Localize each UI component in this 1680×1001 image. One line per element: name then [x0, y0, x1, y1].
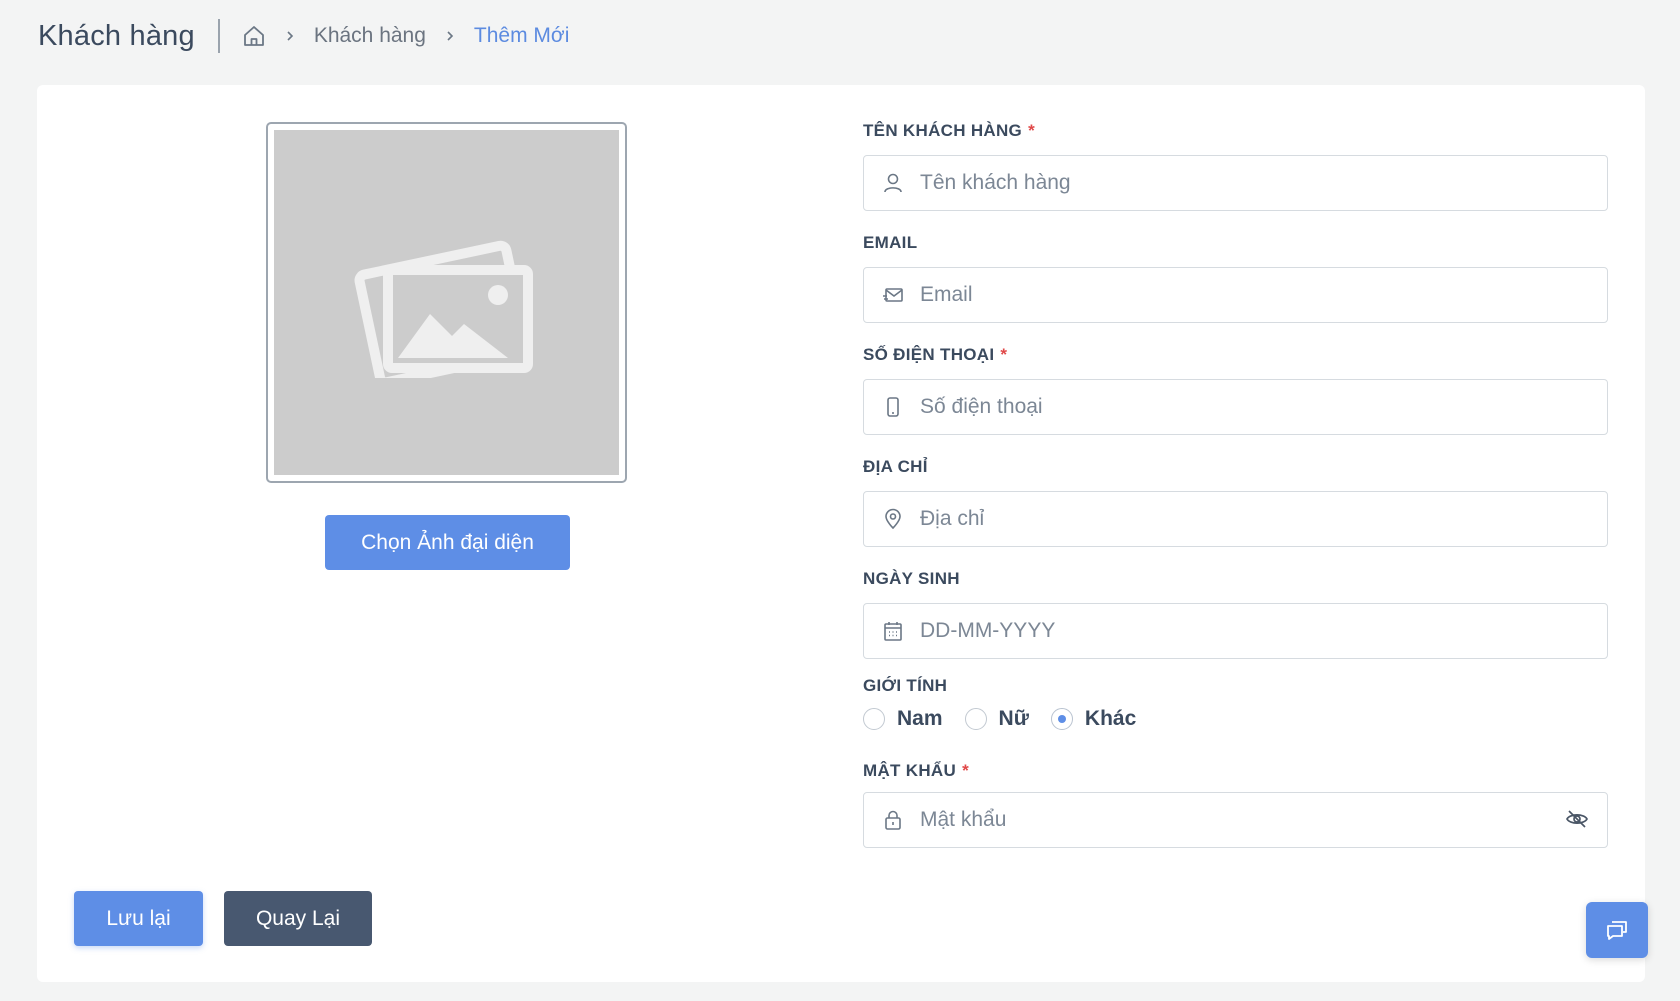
calendar-icon	[880, 618, 906, 644]
birthday-input[interactable]	[906, 604, 1607, 658]
avatar-placeholder	[274, 130, 619, 475]
name-input[interactable]	[906, 156, 1607, 210]
form-card: Chọn Ảnh đại diện TÊN KHÁCH HÀNG* EMAIL	[37, 85, 1645, 982]
chevron-right-icon	[284, 30, 296, 42]
email-label: EMAIL	[863, 233, 918, 252]
password-field[interactable]	[863, 792, 1608, 848]
choose-avatar-button[interactable]: Chọn Ảnh đại diện	[325, 515, 570, 570]
chat-button[interactable]	[1586, 902, 1648, 958]
user-icon	[880, 170, 906, 196]
image-placeholder-icon	[354, 240, 533, 378]
gender-radio-group: Nam Nữ Khác	[863, 707, 1158, 731]
page: Khách hàng Khách hàng Thêm Mới Chọn Ảnh …	[0, 0, 1680, 1001]
chevron-right-icon	[444, 30, 456, 42]
save-button[interactable]: Lưu lại	[74, 891, 203, 946]
required-mark: *	[962, 761, 969, 780]
address-label: ĐỊA CHỈ	[863, 457, 928, 476]
eye-off-icon[interactable]	[1565, 807, 1591, 833]
email-field[interactable]	[863, 267, 1608, 323]
required-mark: *	[1000, 345, 1008, 364]
phone-icon	[880, 394, 906, 420]
lock-icon	[880, 807, 906, 833]
mail-icon	[880, 282, 906, 308]
avatar-preview	[266, 122, 627, 483]
phone-input[interactable]	[906, 380, 1607, 434]
chat-icon	[1607, 921, 1627, 940]
radio-button-checked[interactable]	[1050, 708, 1073, 730]
gender-option-male[interactable]: Nam	[863, 707, 943, 731]
breadcrumb: Khách hàng Thêm Mới	[242, 24, 570, 48]
name-field[interactable]	[863, 155, 1608, 211]
name-label: TÊN KHÁCH HÀNG *	[863, 121, 1036, 140]
phone-field[interactable]	[863, 379, 1608, 435]
birthday-label: NGÀY SINH	[863, 569, 960, 588]
home-icon[interactable]	[242, 24, 266, 48]
password-label: MẬT KHẨU *	[863, 761, 969, 780]
address-field[interactable]	[863, 491, 1608, 547]
page-header: Khách hàng Khách hàng Thêm Mới	[38, 16, 569, 56]
gender-option-female[interactable]: Nữ	[964, 707, 1029, 731]
address-input[interactable]	[906, 492, 1607, 546]
gender-label: GIỚI TÍNH	[863, 676, 948, 695]
phone-label: SỐ ĐIỆN THOẠI *	[863, 345, 1008, 364]
email-input[interactable]	[906, 268, 1607, 322]
map-pin-icon	[880, 506, 906, 532]
back-button[interactable]: Quay Lại	[224, 891, 372, 946]
gender-option-other[interactable]: Khác	[1050, 707, 1136, 731]
required-mark: *	[1028, 121, 1036, 140]
radio-button[interactable]	[964, 708, 987, 730]
breadcrumb-item-customers[interactable]: Khách hàng	[314, 24, 426, 48]
password-input[interactable]	[906, 793, 1565, 847]
birthday-field[interactable]	[863, 603, 1608, 659]
radio-button[interactable]	[863, 708, 885, 730]
breadcrumb-item-add-new: Thêm Mới	[473, 24, 570, 47]
page-title: Khách hàng	[38, 19, 195, 52]
header-divider	[217, 19, 220, 53]
